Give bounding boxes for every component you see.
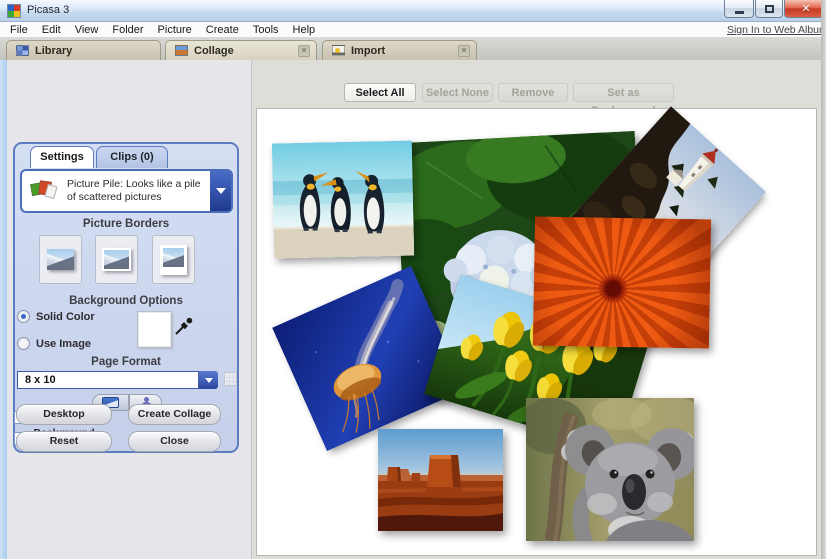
minimize-icon (735, 11, 744, 14)
menu-bar: File Edit View Folder Picture Create Too… (0, 22, 826, 38)
solid-color-label: Solid Color (36, 311, 95, 323)
use-image-radio[interactable] (17, 337, 30, 350)
select-none-button: Select None (422, 83, 493, 102)
picasa-window: Picasa 3 ✕ File Edit View Folder Picture… (0, 0, 826, 559)
background-options-label: Background Options (13, 295, 239, 307)
sidebar: Settings Clips (0) Picture Pile: Looks l… (0, 60, 252, 559)
minimize-button[interactable] (724, 0, 754, 18)
picture-pile-icon (29, 179, 59, 203)
koala-image (526, 398, 694, 541)
border-none-thumb-icon (47, 249, 74, 270)
border-thin-button[interactable] (95, 235, 138, 284)
tab-library[interactable]: Library (6, 40, 161, 60)
tab-collage[interactable]: Collage (165, 40, 317, 60)
use-image-label: Use Image (36, 338, 91, 350)
page-format-arrow-icon[interactable] (199, 371, 218, 389)
border-thin-thumb-icon (102, 248, 131, 271)
desktop-background-button[interactable]: Desktop Background (16, 404, 112, 425)
create-collage-button[interactable]: Create Collage (128, 404, 221, 425)
page-format-select[interactable]: 8 x 10 (17, 371, 199, 389)
menu-help[interactable]: Help (286, 24, 323, 36)
picasa-app-icon (7, 4, 21, 18)
window-title: Picasa 3 (27, 4, 69, 16)
tab-import[interactable]: Import (322, 40, 477, 60)
picture-borders-label: Picture Borders (13, 218, 239, 230)
set-as-background-button: Set as Background (573, 83, 674, 102)
chevron-down-icon[interactable] (210, 171, 231, 211)
collage-photo-koala[interactable] (526, 398, 694, 541)
tab-strip: Library Collage Import (0, 38, 826, 60)
tab-library-label: Library (35, 45, 72, 57)
tab-clips[interactable]: Clips (0) (96, 146, 168, 168)
page-format-label: Page Format (13, 356, 239, 368)
tab-collage-label: Collage (194, 45, 234, 57)
close-icon: ✕ (801, 2, 810, 15)
background-color-swatch[interactable] (137, 311, 172, 348)
collage-photo-dahlia[interactable] (533, 216, 711, 348)
border-polaroid-button[interactable] (152, 235, 195, 284)
caption-buttons: ✕ (723, 0, 826, 18)
collage-icon (175, 45, 188, 56)
remove-button: Remove (498, 83, 568, 102)
select-all-button[interactable]: Select All (344, 83, 416, 102)
menu-folder[interactable]: Folder (105, 24, 150, 36)
tab-settings[interactable]: Settings (30, 146, 94, 168)
sidebar-edge-strip (0, 60, 7, 559)
collage-photo-penguins[interactable] (272, 141, 414, 259)
window-right-frame (821, 0, 826, 559)
close-button[interactable]: Close (128, 431, 221, 452)
collage-style-value: Picture Pile: Looks like a pile of scatt… (67, 178, 212, 204)
menu-view[interactable]: View (68, 24, 106, 36)
library-icon (16, 45, 29, 56)
tab-collage-close-icon[interactable] (298, 45, 310, 57)
tab-import-close-icon[interactable] (458, 45, 470, 57)
menu-create[interactable]: Create (199, 24, 246, 36)
menu-picture[interactable]: Picture (151, 24, 199, 36)
tab-import-label: Import (351, 45, 385, 57)
reset-button[interactable]: Reset (16, 431, 112, 452)
solid-color-radio[interactable] (17, 310, 30, 323)
collage-style-dropdown[interactable]: Picture Pile: Looks like a pile of scatt… (20, 169, 233, 213)
desert-image (378, 429, 503, 531)
maximize-button[interactable] (755, 0, 783, 18)
grid-icon (224, 372, 237, 386)
menu-file[interactable]: File (0, 24, 35, 36)
maximize-icon (765, 5, 774, 13)
menu-edit[interactable]: Edit (35, 24, 68, 36)
collage-workspace: Select All Select None Remove Set as Bac… (252, 60, 826, 559)
collage-canvas (256, 108, 817, 556)
sign-in-link[interactable]: Sign In to Web Albums (727, 24, 826, 36)
title-bar: Picasa 3 ✕ (0, 0, 826, 22)
close-window-button[interactable]: ✕ (784, 0, 826, 18)
border-none-button[interactable] (39, 235, 82, 284)
import-icon (332, 45, 345, 56)
border-polaroid-thumb-icon (160, 245, 187, 275)
eyedropper-icon[interactable] (174, 316, 194, 336)
collage-photo-desert[interactable] (378, 429, 503, 531)
menu-tools[interactable]: Tools (246, 24, 286, 36)
penguins-image (272, 141, 414, 259)
